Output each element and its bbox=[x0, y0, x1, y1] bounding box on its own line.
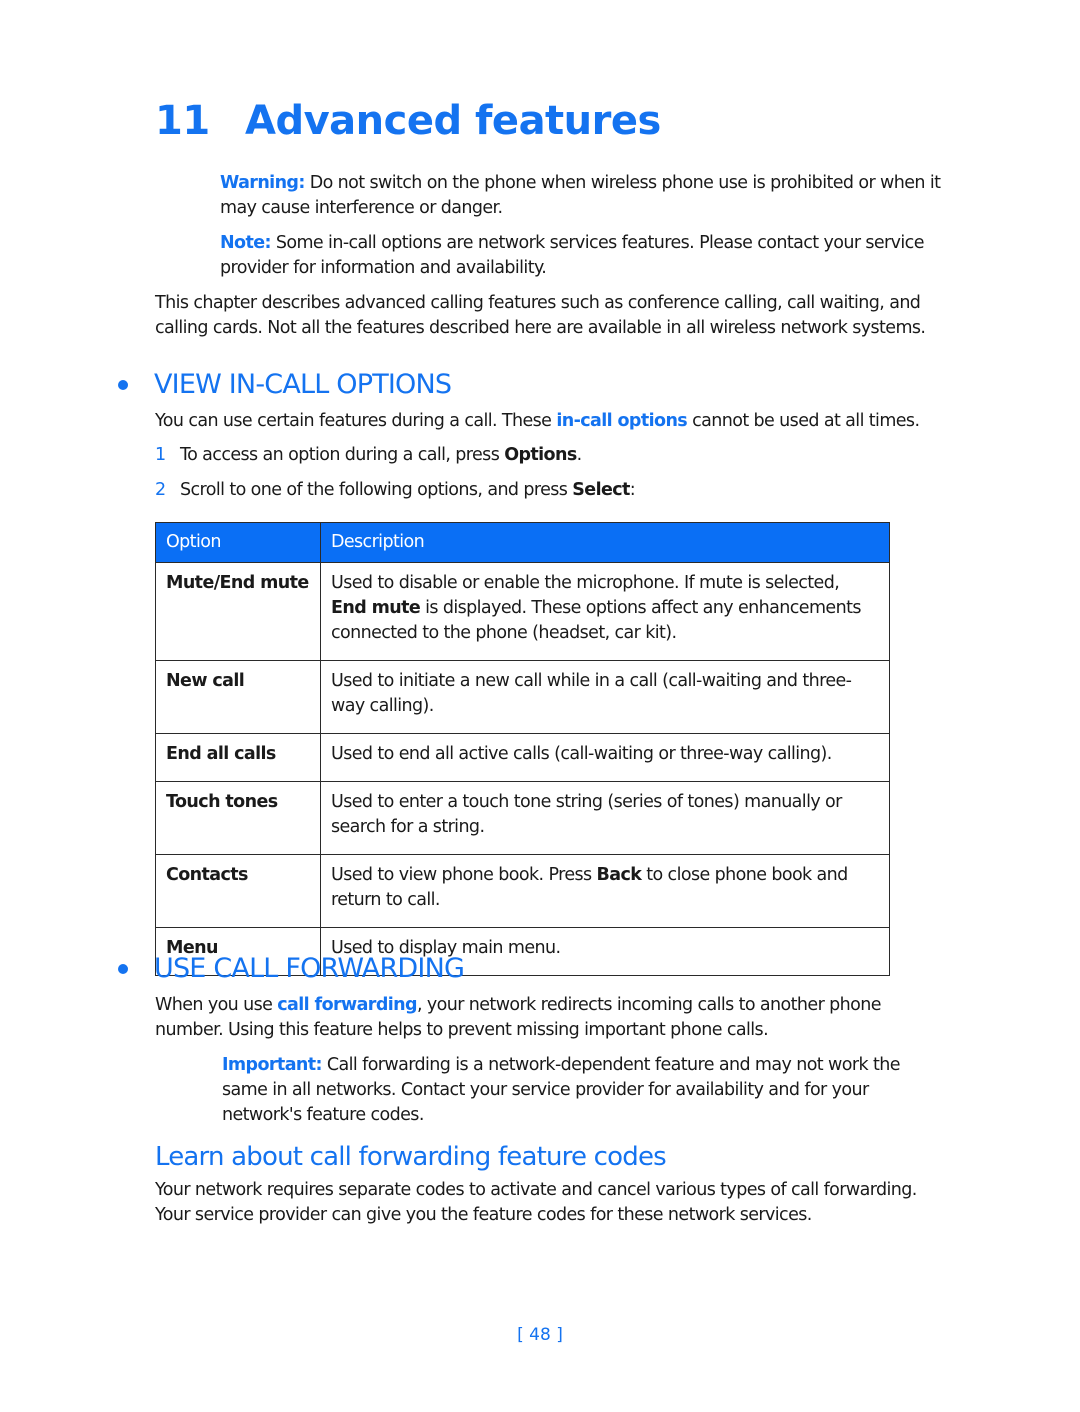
step-text-end: . bbox=[576, 445, 583, 465]
important-label: Important: bbox=[222, 1055, 323, 1075]
chapter-number: 11 bbox=[155, 98, 210, 144]
table-row: Mute/End mute Used to disable or enable … bbox=[155, 562, 890, 661]
call-forwarding-link[interactable]: call forwarding bbox=[277, 995, 417, 1015]
warning-label: Warning: bbox=[220, 173, 305, 193]
option-description: Used to end all active calls (call-waiti… bbox=[320, 733, 890, 782]
table-row: End all calls Used to end all active cal… bbox=[155, 733, 890, 782]
in-call-intro: You can use certain features during a ca… bbox=[155, 409, 945, 434]
bullet-icon bbox=[118, 379, 128, 390]
intro-paragraph: This chapter describes advanced calling … bbox=[155, 293, 926, 338]
in-call-options-link[interactable]: in-call options bbox=[556, 411, 687, 431]
section-heading-text: USE CALL FORWARDING bbox=[154, 953, 465, 984]
warning-text: Do not switch on the phone when wireless… bbox=[220, 173, 941, 218]
step-number: 1 bbox=[155, 445, 166, 465]
table-row: Touch tones Used to enter a touch tone s… bbox=[155, 781, 890, 855]
step-key-select: Select bbox=[572, 480, 630, 500]
option-name: End all calls bbox=[155, 733, 321, 782]
option-description: Used to view phone book. Press Back to c… bbox=[320, 854, 890, 928]
note-notice: Note: Some in-call options are network s… bbox=[220, 231, 945, 281]
option-name: Touch tones bbox=[155, 781, 321, 855]
chapter-title-text: Advanced features bbox=[245, 98, 661, 144]
option-description: Used to initiate a new call while in a c… bbox=[320, 660, 890, 734]
step-number: 2 bbox=[155, 480, 166, 500]
option-description: Used to disable or enable the microphone… bbox=[320, 562, 890, 661]
note-label: Note: bbox=[220, 233, 272, 253]
in-call-options-table: Option Description Mute/End mute Used to… bbox=[155, 522, 890, 976]
step-text-end: : bbox=[629, 480, 636, 500]
step-1: 1 To access an option during a call, pre… bbox=[155, 443, 582, 468]
option-name: New call bbox=[155, 660, 321, 734]
feature-codes-paragraph: Your network requires separate codes to … bbox=[155, 1180, 917, 1225]
section-heading-text: VIEW IN-CALL OPTIONS bbox=[154, 369, 452, 400]
call-forwarding-intro-text: When you use bbox=[155, 995, 278, 1015]
subheading-feature-codes: Learn about call forwarding feature code… bbox=[155, 1142, 667, 1172]
chapter-title: 11 Advanced features bbox=[155, 98, 661, 144]
important-notice: Important: Call forwarding is a network-… bbox=[222, 1053, 937, 1128]
page-number: [ 48 ] bbox=[517, 1325, 563, 1345]
important-text: Call forwarding is a network-dependent f… bbox=[222, 1055, 900, 1125]
section-heading-in-call-options: VIEW IN-CALL OPTIONS bbox=[118, 369, 452, 400]
in-call-intro-text: You can use certain features during a ca… bbox=[155, 411, 557, 431]
step-2: 2 Scroll to one of the following options… bbox=[155, 478, 636, 503]
column-header-description: Description bbox=[320, 522, 890, 563]
step-text: Scroll to one of the following options, … bbox=[180, 480, 573, 500]
table-row: New call Used to initiate a new call whi… bbox=[155, 660, 890, 734]
section-heading-call-forwarding: USE CALL FORWARDING bbox=[118, 953, 465, 984]
bullet-icon bbox=[118, 963, 128, 974]
table-header-row: Option Description bbox=[155, 522, 890, 563]
option-name: Contacts bbox=[155, 854, 321, 928]
note-text: Some in-call options are network service… bbox=[220, 233, 924, 278]
option-name: Mute/End mute bbox=[155, 562, 321, 661]
table-row: Contacts Used to view phone book. Press … bbox=[155, 854, 890, 928]
option-description: Used to enter a touch tone string (serie… bbox=[320, 781, 890, 855]
step-key-options: Options bbox=[504, 445, 577, 465]
column-header-option: Option bbox=[155, 522, 321, 563]
step-text: To access an option during a call, press bbox=[180, 445, 505, 465]
in-call-intro-text-end: cannot be used at all times. bbox=[687, 411, 920, 431]
call-forwarding-intro: When you use call forwarding, your netwo… bbox=[155, 993, 915, 1043]
warning-notice: Warning: Do not switch on the phone when… bbox=[220, 171, 945, 221]
